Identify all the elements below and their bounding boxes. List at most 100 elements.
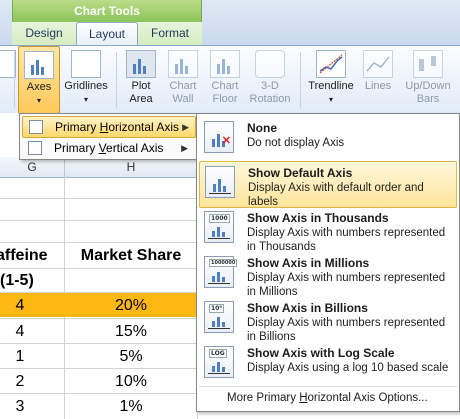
option-description: Display Axis with numbers represented in… (247, 272, 446, 298)
horizontal-axis-options-menu: ✕ None Do not display Axis Show Default … (196, 113, 460, 412)
axes-menu: Primary Horizontal Axis ▶ Primary Vertic… (19, 113, 197, 160)
chart-floor-icon (210, 50, 240, 78)
column-header-g[interactable]: G (0, 157, 65, 178)
group-separator (14, 52, 15, 108)
chart-wall-button[interactable]: Chart Wall (164, 46, 202, 112)
option-show-default-axis[interactable]: Show Default Axis Display Axis with defa… (199, 161, 457, 208)
axes-button[interactable]: Axes ▾ (18, 46, 60, 114)
more-horizontal-axis-options[interactable]: More Primary Horizontal Axis Options... (227, 392, 428, 404)
option-none[interactable]: ✕ None Do not display Axis (199, 117, 455, 160)
chart-wall-label-2: Wall (172, 93, 194, 105)
axis-tag: 1000000 (209, 259, 238, 267)
tab-format[interactable]: Format (142, 22, 198, 46)
option-axis-millions[interactable]: 1000000 Show Axis in Millions Display Ax… (199, 252, 455, 298)
tab-design[interactable]: Design (18, 22, 70, 46)
chevron-right-icon: ▶ (182, 122, 189, 132)
axis-thousands-icon: 1000 (204, 211, 234, 243)
lines-button[interactable]: Lines (360, 46, 396, 112)
horizontal-axis-icon (29, 120, 43, 134)
3d-rotation-label-2: Rotation (249, 93, 291, 105)
axis-billions-icon: 10⁹ (204, 301, 234, 333)
chart-floor-label-2: Floor (212, 93, 238, 105)
axis-tag: 1000 (209, 214, 230, 223)
menu-item-label: Primary Horizontal Axis (55, 120, 180, 134)
trendline-label: Trendline (308, 80, 354, 92)
cell-g-row4[interactable]: 2 (0, 373, 40, 391)
option-description: Display Axis with numbers represented in… (247, 227, 446, 253)
gridlines-icon (71, 50, 101, 78)
chevron-down-icon: ▾ (83, 95, 88, 104)
option-title: Show Axis in Thousands (247, 211, 389, 225)
cell-h-row3[interactable]: 5% (65, 348, 197, 366)
menu-separator (199, 386, 457, 387)
plot-area-label-1: Plot (131, 80, 151, 92)
axis-default-icon (205, 166, 235, 198)
gridlines-label: Gridlines (64, 80, 108, 92)
axis-millions-icon: 1000000 (204, 256, 238, 288)
cell-g-header[interactable]: affeine (0, 247, 62, 265)
3d-rotation-label-1: 3-D (261, 80, 279, 92)
tab-layout[interactable]: Layout (76, 22, 138, 47)
chart-wall-label-1: Chart (169, 80, 197, 92)
axis-tag: LOG (209, 349, 227, 358)
up-down-bars-label-1: Up/Down (405, 80, 451, 92)
column-header-h[interactable]: H (65, 157, 198, 178)
option-description: Display Axis using a log 10 based scale (247, 362, 449, 374)
option-title: Show Default Axis (248, 166, 353, 180)
option-title: Show Axis in Billions (247, 301, 368, 315)
ribbon-body: Axes ▾ Gridlines ▾ Plot Area Chart Wall … (0, 45, 460, 115)
trendline-button[interactable]: Trendline ▾ (304, 46, 358, 112)
up-down-bars-label-2: Bars (416, 93, 440, 105)
group-separator (300, 52, 301, 108)
axes-icon (24, 51, 54, 79)
plot-area-button[interactable]: Plot Area (122, 46, 160, 112)
option-axis-thousands[interactable]: 1000 Show Axis in Thousands Display Axis… (199, 207, 455, 253)
group-separator (116, 52, 117, 108)
chart-tools-label: Chart Tools (74, 4, 140, 18)
chart-floor-label-1: Chart (211, 80, 239, 92)
option-description: Do not display Axis (247, 137, 345, 149)
option-description: Display Axis with numbers represented in… (247, 317, 446, 343)
cell-h-row2[interactable]: 15% (65, 323, 197, 341)
option-title: Show Axis with Log Scale (247, 346, 395, 360)
cell-h-header[interactable]: Market Share (65, 247, 197, 265)
chart-tools-context: Chart Tools (12, 0, 202, 22)
cell-g-row2[interactable]: 4 (0, 323, 40, 341)
chart-wall-icon (168, 50, 198, 78)
cell-h-row1[interactable]: 20% (65, 297, 197, 315)
cell-g-row3[interactable]: 1 (0, 348, 40, 366)
option-title: Show Axis in Millions (247, 256, 370, 270)
option-axis-billions[interactable]: 10⁹ Show Axis in Billions Display Axis w… (199, 297, 455, 343)
gridlines-button[interactable]: Gridlines ▾ (62, 46, 110, 112)
menu-item-label: Primary Vertical Axis (54, 141, 164, 155)
up-down-bars-icon (413, 50, 443, 78)
cell-g-row5[interactable]: 3 (0, 398, 40, 416)
axis-none-icon: ✕ (204, 121, 234, 153)
menu-item-primary-horizontal-axis[interactable]: Primary Horizontal Axis ▶ (22, 116, 196, 138)
up-down-bars-button[interactable]: Up/Down Bars (398, 46, 458, 112)
ribbon-header: Chart Tools Design Layout Format (0, 0, 460, 47)
chevron-right-icon: ▶ (181, 143, 188, 153)
lines-label: Lines (364, 80, 392, 92)
option-title: None (247, 121, 277, 135)
plot-area-label-2: Area (129, 93, 153, 105)
cell-g-row1[interactable]: 4 (0, 297, 40, 315)
menu-item-primary-vertical-axis[interactable]: Primary Vertical Axis ▶ (22, 138, 194, 158)
option-description: Display Axis with default order and labe… (248, 182, 424, 208)
3d-rotation-button[interactable]: 3-D Rotation (246, 46, 294, 112)
cell-g-subheader[interactable]: (1-5) (0, 272, 40, 290)
axis-log-icon: LOG (204, 346, 234, 378)
axes-label: Axes (26, 81, 52, 93)
trendline-icon (316, 50, 346, 78)
chevron-down-icon: ▾ (36, 96, 41, 105)
insert-partial-button[interactable] (0, 46, 16, 112)
3d-cube-icon (255, 50, 285, 78)
chart-floor-button[interactable]: Chart Floor (205, 46, 245, 112)
vertical-axis-icon (28, 141, 42, 155)
plot-area-icon (126, 50, 156, 78)
option-axis-log-scale[interactable]: LOG Show Axis with Log Scale Display Axi… (199, 342, 455, 385)
axis-tag: 10⁹ (209, 304, 224, 313)
cell-h-row4[interactable]: 10% (65, 373, 197, 391)
cell-h-row5[interactable]: 1% (65, 398, 197, 416)
chevron-down-icon: ▾ (328, 95, 333, 104)
